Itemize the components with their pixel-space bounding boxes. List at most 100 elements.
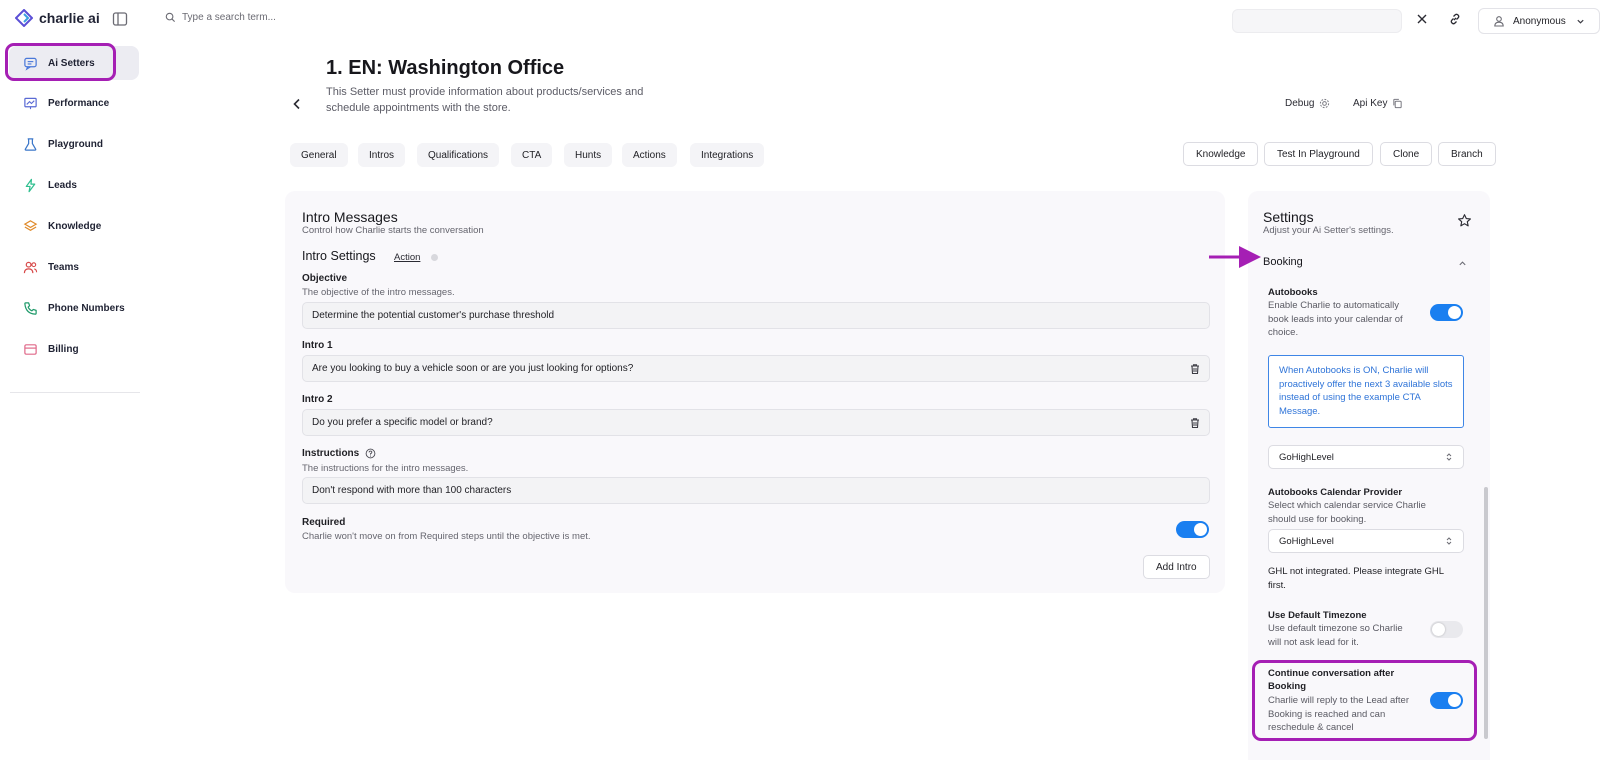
user-icon xyxy=(1494,16,1504,27)
page-title: 1. EN: Washington Office xyxy=(326,57,565,79)
link-button[interactable] xyxy=(1449,13,1461,25)
autobooks-label: Autobooks xyxy=(1268,287,1318,298)
api-key-button[interactable]: Api Key xyxy=(1353,98,1403,109)
autobooks-description: Enable Charlie to automatically book lea… xyxy=(1268,300,1403,338)
tab-intros[interactable]: Intros xyxy=(358,143,406,167)
test-in-playground-button[interactable]: Test In Playground xyxy=(1264,142,1373,166)
sidebar-item-playground[interactable]: Playground xyxy=(9,127,139,161)
sidebar-divider xyxy=(10,392,140,393)
intro2-input[interactable]: Do you prefer a specific model or brand? xyxy=(302,409,1210,436)
page-description: This Setter must provide information abo… xyxy=(326,86,644,114)
sidebar-item-label: Leads xyxy=(48,179,77,191)
collapse-booking-button[interactable] xyxy=(1458,259,1467,268)
clone-button[interactable]: Clone xyxy=(1380,142,1433,166)
intro2-label: Intro 2 xyxy=(302,394,333,405)
tab-actions[interactable]: Actions xyxy=(622,143,677,167)
sidebar-item-phone-numbers[interactable]: Phone Numbers xyxy=(9,291,139,325)
objective-label: Objective xyxy=(302,273,348,284)
chevron-down-icon xyxy=(1577,19,1584,24)
back-button[interactable] xyxy=(290,97,304,111)
booking-section-title[interactable]: Booking xyxy=(1263,256,1303,268)
ghl-note: GHL not integrated. Please integrate GHL… xyxy=(1268,566,1444,591)
intro-subtitle: Control how Charlie starts the conversat… xyxy=(302,225,484,236)
required-toggle[interactable] xyxy=(1176,521,1209,538)
help-icon[interactable] xyxy=(365,448,376,459)
settings-scrollbar[interactable] xyxy=(1484,487,1488,739)
chevron-updown-icon xyxy=(1446,537,1452,545)
default-timezone-description: Use default timezone so Charlie will not… xyxy=(1268,623,1403,648)
gear-icon xyxy=(1320,98,1330,109)
sidebar-item-label: Teams xyxy=(48,261,79,273)
chevron-updown-icon xyxy=(1446,453,1452,461)
instructions-description: The instructions for the intro messages. xyxy=(302,463,469,474)
charlie-logo-icon xyxy=(15,9,33,27)
delete-intro2-button[interactable] xyxy=(1189,417,1201,429)
tab-integrations[interactable]: Integrations xyxy=(690,143,765,167)
instructions-input[interactable]: Don't respond with more than 100 charact… xyxy=(302,477,1210,504)
required-label: Required xyxy=(302,517,346,528)
chat-bubble-icon xyxy=(24,57,37,71)
sidebar-toggle-button[interactable] xyxy=(112,11,128,27)
objective-input[interactable]: Determine the potential customer's purch… xyxy=(302,302,1210,329)
continue-conversation-toggle[interactable] xyxy=(1430,692,1463,709)
sidebar-item-label: Ai Setters xyxy=(48,57,95,69)
sidebar-item-knowledge[interactable]: Knowledge xyxy=(9,209,139,243)
sidebar-item-ai-setters[interactable]: Ai Setters xyxy=(9,46,139,80)
brand-logo[interactable]: charlie ai xyxy=(15,9,100,27)
branch-button[interactable]: Branch xyxy=(1438,142,1496,166)
calendar-provider-label: Autobooks Calendar Provider xyxy=(1268,487,1403,498)
users-icon xyxy=(23,261,38,273)
close-button[interactable] xyxy=(1416,13,1428,25)
debug-button[interactable]: Debug xyxy=(1285,98,1330,109)
settings-subtitle: Adjust your Ai Setter's settings. xyxy=(1263,225,1394,236)
sidebar-item-label: Knowledge xyxy=(48,220,102,232)
debug-label: Debug xyxy=(1285,98,1315,109)
lightning-icon xyxy=(25,178,36,192)
user-menu-button[interactable]: Anonymous xyxy=(1478,8,1600,34)
provider-select-value: GoHighLevel xyxy=(1279,451,1334,463)
sidebar-item-label: Billing xyxy=(48,343,79,355)
toggle-knob xyxy=(1432,623,1445,636)
sidebar-item-teams[interactable]: Teams xyxy=(9,250,139,284)
phone-icon xyxy=(24,301,37,315)
calendar-provider-select[interactable]: GoHighLevel xyxy=(1268,529,1464,553)
star-icon xyxy=(1458,214,1471,227)
calendar-select-value: GoHighLevel xyxy=(1279,535,1334,547)
provider-select[interactable]: GoHighLevel xyxy=(1268,445,1464,469)
tab-cta[interactable]: CTA xyxy=(511,143,553,167)
instructions-label: Instructions xyxy=(302,448,360,459)
toggle-knob xyxy=(1194,523,1207,536)
favorite-button[interactable] xyxy=(1457,213,1472,228)
default-timezone-toggle[interactable] xyxy=(1430,621,1463,638)
toggle-knob xyxy=(1448,306,1461,319)
sidebar-toggle-icon xyxy=(112,12,128,26)
tab-general[interactable]: General xyxy=(290,143,348,167)
action-link[interactable]: Action xyxy=(394,252,420,263)
add-intro-button[interactable]: Add Intro xyxy=(1143,555,1210,579)
tab-hunts[interactable]: Hunts xyxy=(564,143,613,167)
flask-icon xyxy=(24,137,37,151)
link-icon xyxy=(1450,13,1460,25)
tab-qualifications[interactable]: Qualifications xyxy=(417,143,500,167)
sidebar-item-billing[interactable]: Billing xyxy=(9,332,139,366)
required-description: Charlie won't move on from Required step… xyxy=(302,531,591,542)
user-name: Anonymous xyxy=(1513,15,1566,27)
brand-name: charlie ai xyxy=(39,10,100,26)
sidebar-item-leads[interactable]: Leads xyxy=(9,168,139,202)
settings-title: Settings xyxy=(1263,209,1314,225)
intro1-input[interactable]: Are you looking to buy a vehicle soon or… xyxy=(302,355,1210,382)
calendar-provider-description: Select which calendar service Charlie sh… xyxy=(1268,500,1426,525)
autobooks-toggle[interactable] xyxy=(1430,304,1463,321)
sidebar-item-performance[interactable]: Performance xyxy=(9,86,139,120)
top-search-box[interactable] xyxy=(1232,9,1402,33)
sidebar-item-label: Phone Numbers xyxy=(48,302,125,314)
default-timezone-label: Use Default Timezone xyxy=(1268,610,1367,621)
toggle-knob xyxy=(1448,694,1461,707)
knowledge-button[interactable]: Knowledge xyxy=(1183,142,1259,166)
trash-icon xyxy=(1191,364,1199,375)
intro1-label: Intro 1 xyxy=(302,340,333,351)
search-bar[interactable]: Type a search term... xyxy=(165,12,276,23)
delete-intro1-button[interactable] xyxy=(1189,363,1201,375)
sidebar-item-label: Performance xyxy=(48,97,110,109)
trash-icon xyxy=(1191,418,1199,429)
